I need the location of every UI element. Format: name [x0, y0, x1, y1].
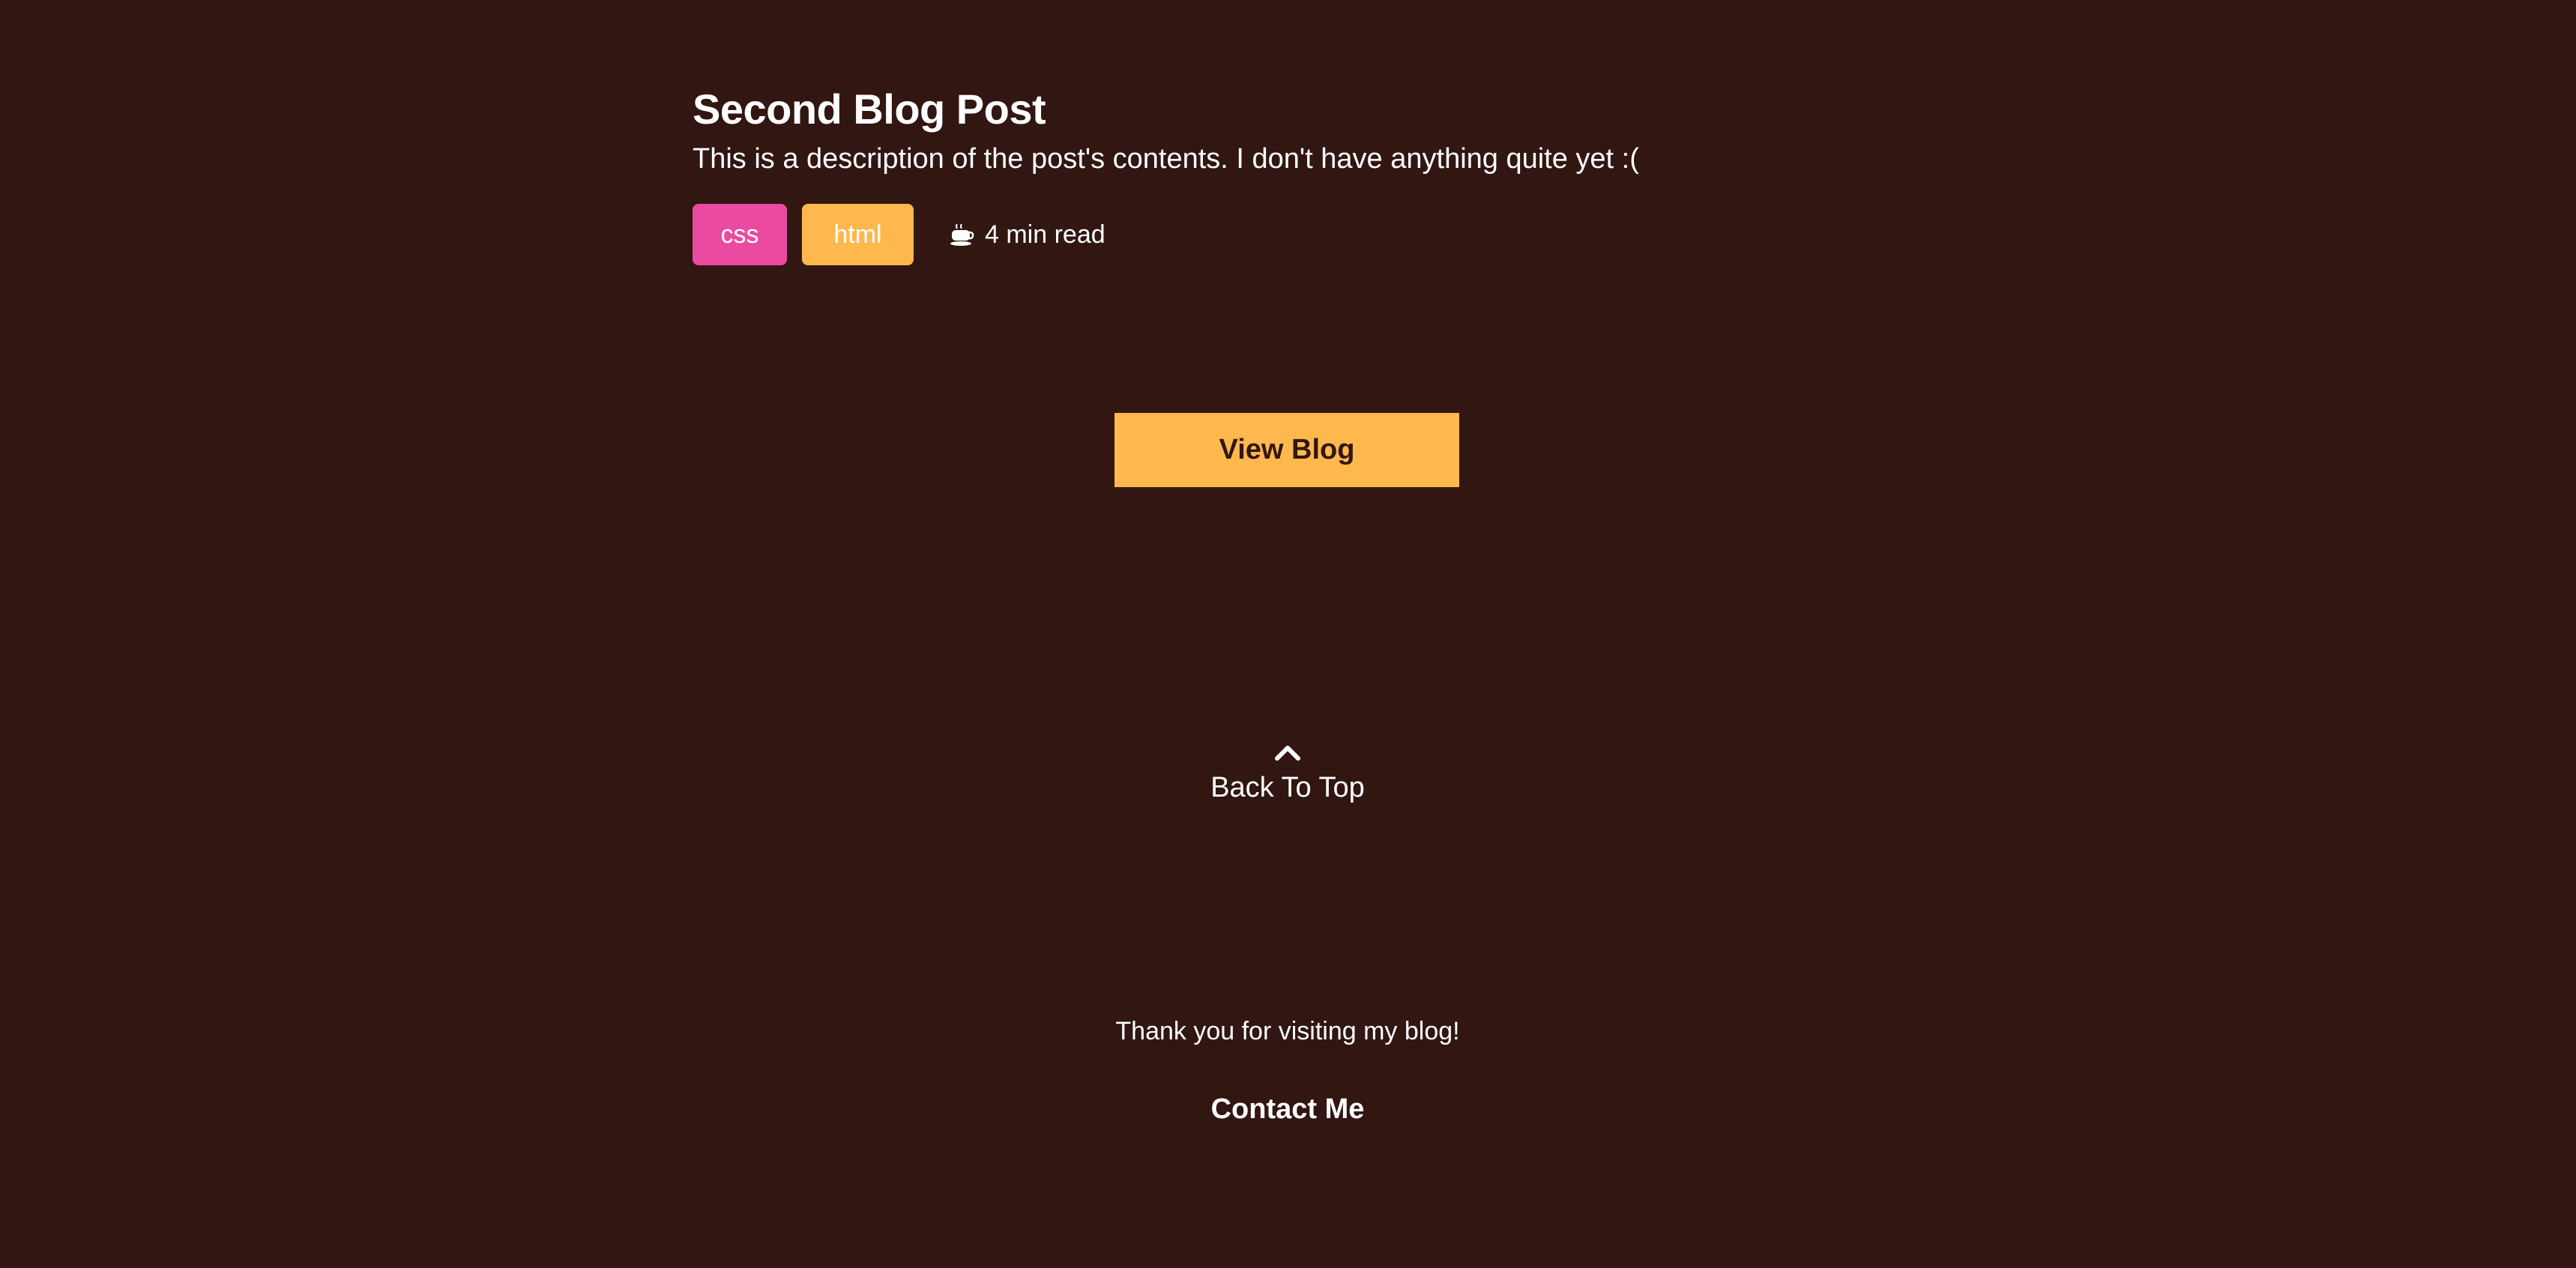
post-title[interactable]: Second Blog Post: [693, 81, 1892, 138]
post-meta: css html 4 min read: [693, 204, 1892, 265]
read-time-label: 4 min read: [985, 220, 1105, 249]
post-description: This is a description of the post's cont…: [693, 143, 1639, 175]
coffee-cup-icon: [950, 223, 974, 246]
chevron-up-icon: [1275, 746, 1300, 761]
contact-me-link[interactable]: Contact Me: [1138, 1090, 1438, 1128]
back-to-top-link[interactable]: Back To Top: [1138, 740, 1438, 806]
blog-post-card: Second Blog Post This is a description o…: [693, 81, 1892, 265]
footer-thanks-text: Thank you for visiting my blog!: [1115, 1017, 1460, 1045]
tag-html[interactable]: html: [802, 204, 914, 265]
view-blog-button[interactable]: View Blog: [1114, 413, 1459, 487]
tag-css[interactable]: css: [693, 204, 787, 265]
back-to-top-label: Back To Top: [1210, 772, 1365, 803]
read-time: 4 min read: [949, 220, 1105, 250]
